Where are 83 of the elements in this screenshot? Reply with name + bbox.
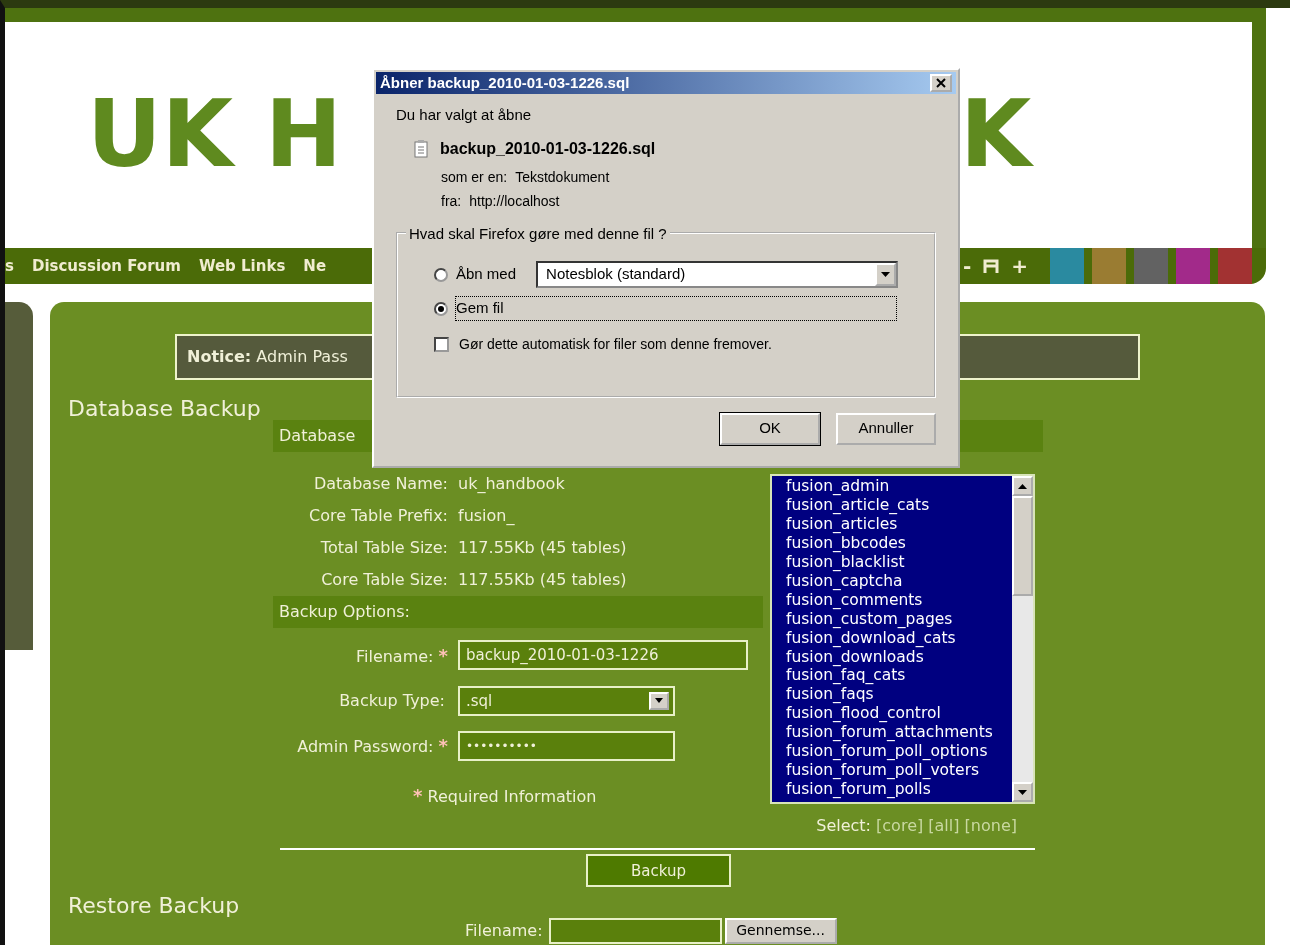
- field-label: Database Name:: [312, 473, 449, 496]
- list-item[interactable]: fusion_admin: [772, 477, 993, 497]
- field-label: Filename:: [465, 919, 543, 942]
- field-value: 117.55Kb (45 tables): [458, 537, 627, 560]
- list-item[interactable]: fusion_forum_polls: [772, 779, 993, 799]
- section-heading: Restore Backup: [68, 893, 241, 920]
- theme-swatch[interactable]: [1050, 248, 1084, 284]
- close-button[interactable]: [930, 74, 952, 92]
- close-icon: [936, 78, 946, 88]
- dialog-button[interactable]: OK: [720, 412, 820, 445]
- dropdown-value: Notesblok (standard): [546, 264, 686, 285]
- select-label: Select:: [816, 816, 872, 836]
- list-item[interactable]: fusion_downloads: [772, 647, 993, 667]
- list-item[interactable]: fusion_faq_cats: [772, 666, 993, 686]
- dialog-title: Åbner backup_2010-01-03-1226.sql: [380, 72, 630, 93]
- nav-link[interactable]: Discussion Forum: [22, 248, 190, 284]
- list-item[interactable]: fusion_custom_pages: [772, 609, 993, 629]
- list-item[interactable]: fusion_articles: [772, 515, 993, 535]
- field-label: Filename: *: [354, 643, 449, 668]
- nav-link[interactable]: s: [5, 248, 23, 284]
- required-mark: *: [438, 735, 448, 757]
- field-value: 117.55Kb (45 tables): [458, 569, 627, 592]
- reset-size-icon[interactable]: [983, 259, 1000, 273]
- field-label: Core Table Prefix:: [308, 505, 449, 528]
- list-item[interactable]: fusion_forum_attachments: [772, 723, 993, 743]
- field-value: uk_handbook: [458, 473, 565, 496]
- scrollbar[interactable]: [1012, 476, 1033, 803]
- list-item[interactable]: fusion_faqs: [772, 685, 993, 705]
- logo-text: K: [960, 89, 1032, 181]
- list-item[interactable]: fusion_forum_poll_voters: [772, 761, 993, 780]
- list-item[interactable]: fusion_comments: [772, 590, 993, 610]
- password-field[interactable]: ••••••••••: [458, 730, 675, 761]
- type-dropdown[interactable]: .sql: [458, 685, 675, 716]
- app-dropdown[interactable]: Notesblok (standard): [536, 261, 899, 288]
- dialog-text: Tekstdokument: [515, 168, 610, 185]
- radio-label[interactable]: Åbn med: [456, 263, 517, 286]
- list-item[interactable]: fusion_bbcodes: [772, 534, 993, 553]
- radio-label[interactable]: Gem fil: [456, 297, 896, 320]
- dialog-label: som er en:: [441, 168, 508, 185]
- list-item[interactable]: fusion_captcha: [772, 571, 993, 591]
- radio-button[interactable]: [434, 301, 448, 316]
- theme-swatch[interactable]: [1218, 248, 1252, 284]
- radio-button[interactable]: [434, 267, 448, 282]
- field-value: fusion_: [458, 505, 515, 528]
- nav-link[interactable]: Ne: [294, 248, 336, 284]
- dialog-text: Du har valgt at åbne: [396, 105, 533, 125]
- document-icon: [414, 139, 428, 158]
- field-label: Backup Type:: [338, 689, 446, 712]
- required-mark: *: [438, 644, 448, 666]
- list-item[interactable]: fusion_flood_control: [772, 704, 993, 724]
- logo-text: UK H: [87, 89, 343, 181]
- nav-link[interactable]: Web Links: [189, 248, 295, 284]
- field-label: Core Table Size:: [320, 569, 449, 592]
- list-item[interactable]: fusion_article_cats: [772, 496, 993, 516]
- scroll-down-icon[interactable]: [1012, 782, 1033, 803]
- list-item[interactable]: fusion_forum_poll_options: [772, 742, 993, 761]
- dialog-label: fra:: [441, 192, 462, 209]
- filename-field[interactable]: backup_2010-01-03-1226: [458, 640, 748, 671]
- theme-swatch[interactable]: [1134, 248, 1168, 284]
- checkbox[interactable]: [434, 336, 449, 352]
- text-size-control[interactable]: -: [956, 248, 978, 284]
- backup-button[interactable]: Backup: [586, 854, 731, 888]
- list-item[interactable]: fusion_download_cats: [772, 628, 993, 648]
- list-item[interactable]: fusion_blacklist: [772, 553, 993, 572]
- notice-text: Notice: Admin Pass: [187, 346, 348, 368]
- checkbox-label[interactable]: Gør dette automatisk for filer som denne fremover.: [459, 333, 772, 355]
- section-heading: Database Backup: [68, 396, 262, 423]
- field-label: Total Table Size:: [319, 537, 449, 560]
- dialog-button[interactable]: Annuller: [836, 412, 936, 445]
- dialog-text: http://localhost: [469, 192, 560, 209]
- file-name: backup_2010-01-03-1226.sql: [440, 138, 656, 159]
- theme-swatch[interactable]: [1176, 248, 1210, 284]
- scroll-up-icon[interactable]: [1012, 476, 1033, 497]
- required-note: Required Information: [426, 787, 597, 807]
- table-listbox[interactable]: [770, 474, 1035, 805]
- field-label: Admin Password: *: [296, 734, 449, 759]
- required-mark: *: [413, 785, 423, 807]
- scroll-thumb[interactable]: [1012, 496, 1033, 597]
- file-field[interactable]: [548, 917, 722, 944]
- section-header: Backup Options:: [273, 596, 763, 629]
- browse-button[interactable]: Gennemse...: [724, 917, 837, 944]
- text-size-control[interactable]: +: [1005, 248, 1034, 284]
- theme-swatch[interactable]: [1092, 248, 1126, 284]
